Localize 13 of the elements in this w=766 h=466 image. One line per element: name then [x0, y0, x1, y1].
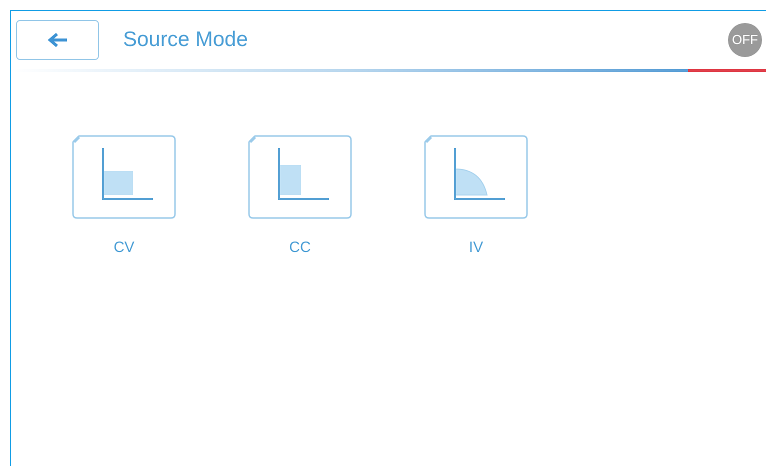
- mode-label: IV: [468, 238, 484, 258]
- mode-tile[interactable]: [71, 134, 177, 220]
- graph-icon: [71, 134, 177, 220]
- graph-icon: [247, 134, 353, 220]
- output-status-badge[interactable]: OFF: [728, 22, 762, 56]
- graph-icon: [423, 134, 529, 220]
- back-arrow-icon: [46, 32, 68, 48]
- mode-tile[interactable]: [247, 134, 353, 220]
- mode-tile[interactable]: [423, 134, 529, 220]
- back-button[interactable]: [16, 20, 99, 60]
- mode-label: CV: [114, 238, 134, 258]
- page-title: Source Mode: [123, 26, 248, 53]
- mode-label: CC: [289, 238, 311, 258]
